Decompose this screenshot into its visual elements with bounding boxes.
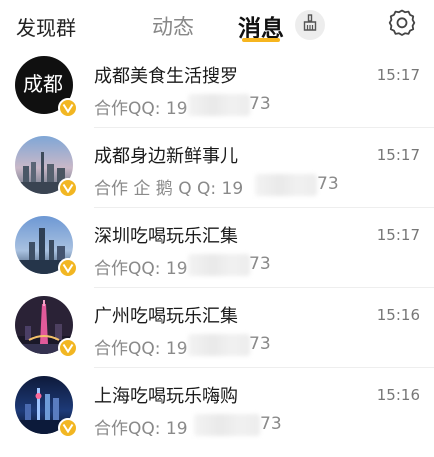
chat-subtitle-suffix: 73: [249, 254, 271, 274]
chat-subtitle: 合作 企 鹅 Q Q: 19: [94, 179, 244, 199]
chat-row[interactable]: 成都 成都美食生活搜罗 合作QQ: 19 73 15:17: [0, 50, 434, 128]
chat-time: 15:16: [376, 386, 420, 404]
chat-name: 成都美食生活搜罗: [94, 66, 238, 87]
chat-subtitle: 合作QQ: 19: [94, 99, 188, 119]
active-tab-indicator: [242, 38, 280, 42]
divider: [94, 287, 434, 288]
chat-time: 15:17: [376, 66, 420, 84]
chat-subtitle-suffix: 73: [317, 174, 339, 194]
divider: [94, 127, 434, 128]
verified-badge-icon: [58, 178, 78, 198]
chat-time: 15:17: [376, 226, 420, 244]
chat-subtitle-suffix: 73: [249, 94, 271, 114]
avatar-text: 成都: [23, 72, 63, 96]
redacted-number: [188, 254, 250, 276]
chat-name: 成都身边新鲜事儿: [94, 146, 238, 167]
chat-subtitle-suffix: 73: [249, 334, 271, 354]
chat-row[interactable]: 深圳吃喝玩乐汇集 合作QQ: 19 73 15:17: [0, 210, 434, 288]
broom-icon: [301, 14, 319, 36]
redacted-number: [188, 334, 250, 356]
divider: [94, 207, 434, 208]
verified-badge-icon: [58, 98, 78, 118]
gear-icon: [388, 8, 416, 40]
chat-name: 上海吃喝玩乐嗨购: [94, 386, 238, 407]
redacted-number: [255, 174, 317, 196]
chat-subtitle: 合作QQ: 19: [94, 259, 188, 279]
chat-time: 15:17: [376, 146, 420, 164]
chat-subtitle: 合作QQ: 19: [94, 339, 188, 359]
settings-button[interactable]: [387, 9, 417, 39]
chat-subtitle: 合作QQ: 19: [94, 419, 188, 439]
chat-row[interactable]: 成都身边新鲜事儿 合作 企 鹅 Q Q: 19 73 15:17: [0, 130, 434, 208]
tab-discover-groups[interactable]: 发现群: [16, 12, 76, 41]
verified-badge-icon: [58, 258, 78, 278]
tab-feed[interactable]: 动态: [152, 11, 194, 41]
chat-name: 深圳吃喝玩乐汇集: [94, 226, 238, 247]
divider: [94, 367, 434, 368]
verified-badge-icon: [58, 338, 78, 358]
chat-subtitle-suffix: 73: [260, 414, 282, 434]
chat-time: 15:16: [376, 306, 420, 324]
verified-badge-icon: [58, 418, 78, 438]
top-bar: 发现群 动态 消息: [0, 0, 434, 48]
redacted-number: [194, 414, 260, 436]
chat-name: 广州吃喝玩乐汇集: [94, 306, 238, 327]
chat-row[interactable]: 上海吃喝玩乐嗨购 合作QQ: 19 73 15:16: [0, 370, 434, 448]
chat-row[interactable]: 广州吃喝玩乐汇集 合作QQ: 19 73 15:16: [0, 290, 434, 368]
redacted-number: [188, 94, 250, 116]
clean-unread-button[interactable]: [295, 10, 325, 40]
